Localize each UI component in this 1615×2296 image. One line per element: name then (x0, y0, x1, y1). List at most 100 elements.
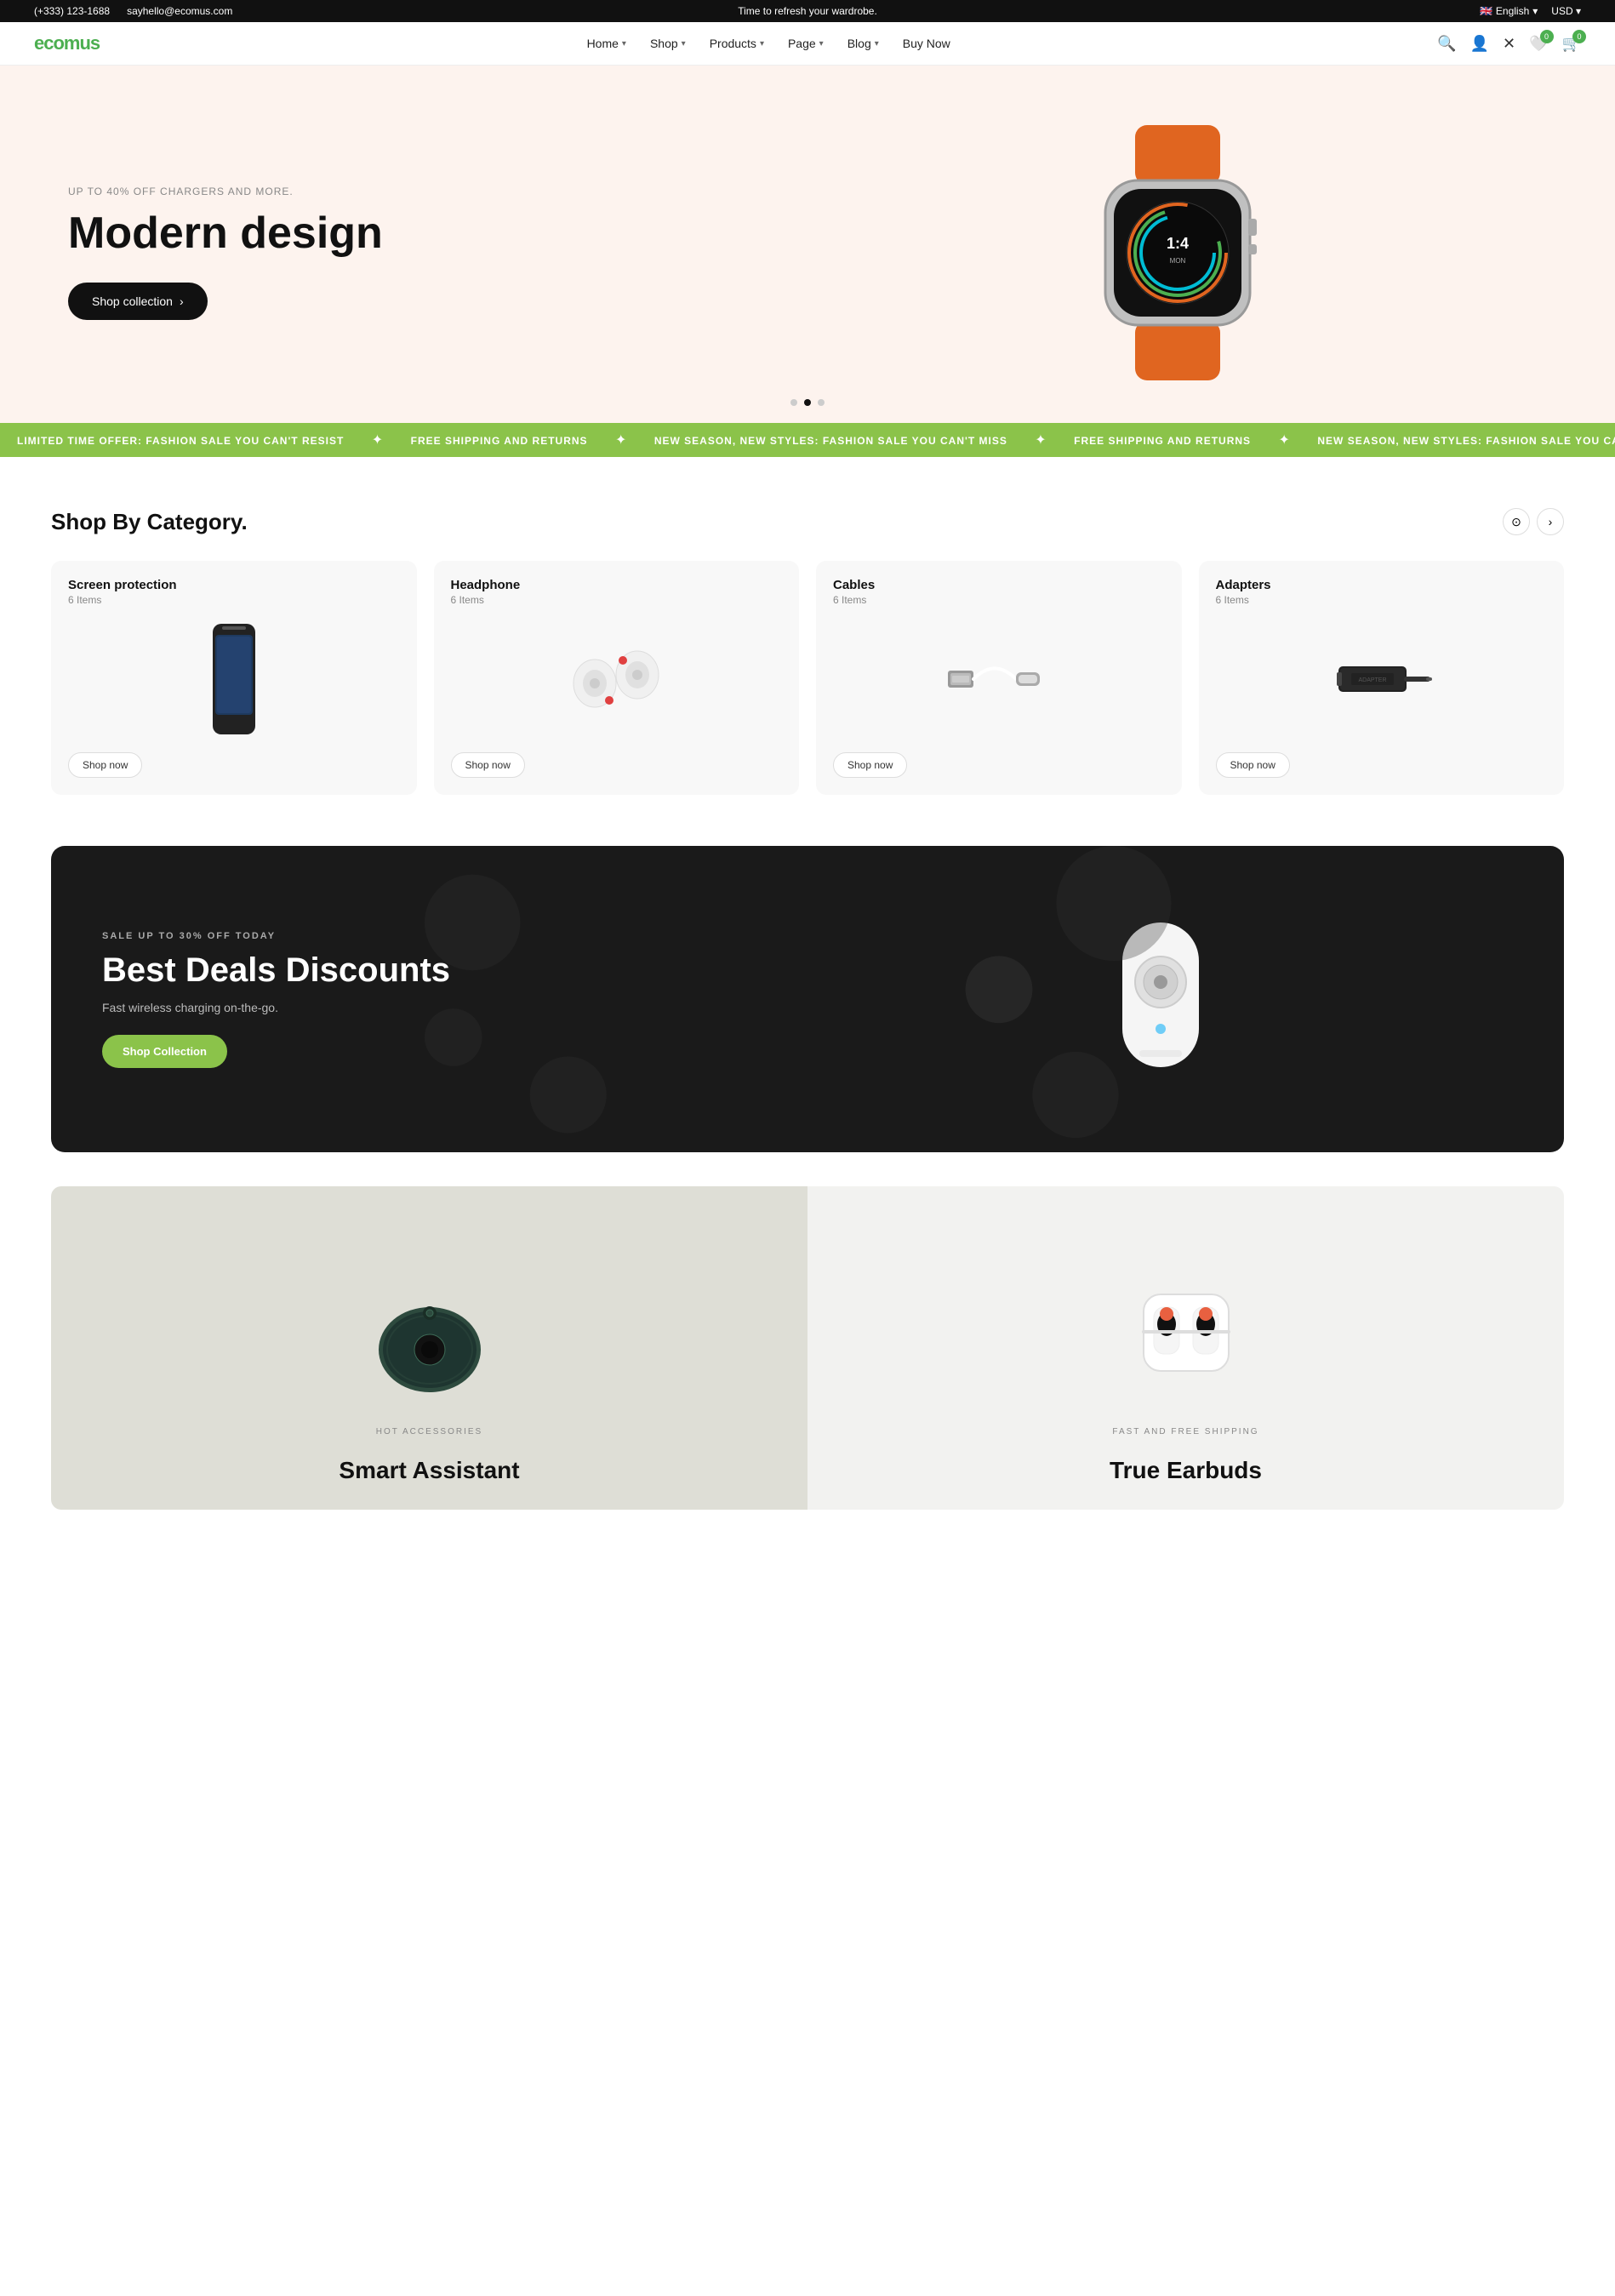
marquee-item: LIMITED TIME OFFER: FASHION SALE YOU CAN… (17, 435, 344, 447)
marquee-item: NEW SEASON, NEW STYLES: FASHION SALE YOU… (654, 435, 1007, 447)
marquee-separator: ✦ (372, 433, 383, 448)
hero-text: UP TO 40% OFF CHARGERS AND MORE. Modern … (68, 186, 808, 319)
nav-item-products[interactable]: Products ▾ (710, 37, 764, 50)
category-card-screen-protection: Screen protection 6 Items Shop now (51, 561, 417, 795)
flag-icon: 🇬🇧 (1480, 5, 1492, 17)
deals-text: SALE UP TO 30% OFF TODAY Best Deals Disc… (102, 931, 808, 1068)
section-title: Shop By Category. (51, 509, 248, 535)
marquee-item: NEW SEASON, NEW STYLES: FASHION SALE YOU… (1317, 435, 1615, 447)
category-image-headphone (451, 620, 783, 739)
svg-text:ADAPTER: ADAPTER (1359, 677, 1387, 683)
deals-cta-button[interactable]: Shop Collection (102, 1035, 227, 1068)
nav-label-shop: Shop (650, 37, 678, 50)
nav-item-page[interactable]: Page ▾ (788, 37, 824, 50)
wishlist-icon[interactable]: 🤍 0 (1529, 35, 1548, 53)
account-icon[interactable]: 👤 (1470, 35, 1489, 53)
prev-category-button[interactable]: ⊙ (1503, 508, 1530, 535)
close-icon[interactable]: ✕ (1503, 35, 1515, 53)
nav-item-shop[interactable]: Shop ▾ (650, 37, 686, 50)
hero-dot-3[interactable] (818, 399, 825, 406)
shop-now-button-headphone[interactable]: Shop now (451, 752, 525, 778)
panel-title-earbuds: True Earbuds (1110, 1457, 1262, 1484)
cart-icon[interactable]: 🛒 0 (1562, 35, 1581, 53)
category-name: Screen protection (68, 578, 400, 592)
hero-title: Modern design (68, 209, 808, 258)
deals-cta-label: Shop Collection (123, 1045, 207, 1058)
nav-label-home: Home (587, 37, 619, 50)
category-items-count: 6 Items (1216, 594, 1548, 606)
search-icon[interactable]: 🔍 (1437, 35, 1456, 53)
marquee-track: LIMITED TIME OFFER: FASHION SALE YOU CAN… (0, 431, 1615, 448)
currency-chevron-icon: ▾ (1576, 5, 1581, 17)
currency-selector[interactable]: USD ▾ (1551, 5, 1581, 17)
lang-chevron-icon: ▾ (1532, 5, 1538, 17)
hero-subtitle: UP TO 40% OFF CHARGERS AND MORE. (68, 186, 808, 197)
hero-section: UP TO 40% OFF CHARGERS AND MORE. Modern … (0, 66, 1615, 423)
panel-tag-earbuds: FAST AND FREE SHIPPING (1112, 1427, 1258, 1436)
nav-label-buynow: Buy Now (903, 37, 950, 50)
nav-item-home[interactable]: Home ▾ (587, 37, 626, 50)
two-panels: HOT ACCESSORIES Smart Assistant FAST AND… (51, 1186, 1564, 1510)
shop-now-button-screen-protection[interactable]: Shop now (68, 752, 142, 778)
shop-now-label: Shop now (847, 759, 893, 771)
deals-tag: SALE UP TO 30% OFF TODAY (102, 931, 808, 941)
smart-assistant-image (366, 1277, 494, 1396)
marquee-bar: LIMITED TIME OFFER: FASHION SALE YOU CAN… (0, 423, 1615, 457)
category-grid: Screen protection 6 Items Shop now Headp… (51, 561, 1564, 795)
category-section: Shop By Category. ⊙ › Screen protection … (0, 457, 1615, 846)
category-card-header: Cables 6 Items (833, 578, 1165, 606)
svg-text:1:4: 1:4 (1166, 235, 1188, 252)
language-selector[interactable]: 🇬🇧 English ▾ (1480, 5, 1538, 17)
deals-banner: SALE UP TO 30% OFF TODAY Best Deals Disc… (51, 846, 1564, 1152)
category-items-count: 6 Items (833, 594, 1165, 606)
promo-text: Time to refresh your wardrobe. (738, 5, 877, 17)
hero-dot-1[interactable] (790, 399, 797, 406)
nav-icons: 🔍 👤 ✕ 🤍 0 🛒 0 (1437, 35, 1581, 53)
panel-smart-assistant: HOT ACCESSORIES Smart Assistant (51, 1186, 808, 1510)
shop-now-button-cables[interactable]: Shop now (833, 752, 907, 778)
marquee-item: FREE SHIPPING AND RETURNS (1074, 435, 1251, 447)
marquee-separator: ✦ (1035, 433, 1046, 448)
hero-dots (790, 399, 825, 406)
category-card-adapters: Adapters 6 Items ADAPTER (1199, 561, 1565, 795)
category-card-header: Headphone 6 Items (451, 578, 783, 606)
category-name: Adapters (1216, 578, 1548, 592)
shop-now-label: Shop now (1230, 759, 1275, 771)
chevron-down-icon: ▾ (682, 39, 686, 49)
shop-collection-button[interactable]: Shop collection › (68, 283, 208, 320)
nav-label-page: Page (788, 37, 816, 50)
next-category-button[interactable]: › (1537, 508, 1564, 535)
wishlist-badge: 0 (1540, 30, 1554, 43)
deals-title: Best Deals Discounts (102, 951, 808, 989)
phone-number[interactable]: (+333) 123-1688 (34, 5, 110, 17)
section-header: Shop By Category. ⊙ › (51, 508, 1564, 535)
category-image-cables (833, 620, 1165, 739)
panel-tag-smart: HOT ACCESSORIES (376, 1427, 482, 1436)
email-address[interactable]: sayhello@ecomus.com (127, 5, 232, 17)
nav-label-products: Products (710, 37, 756, 50)
nav-item-blog[interactable]: Blog ▾ (847, 37, 879, 50)
hero-dot-2[interactable] (804, 399, 811, 406)
nav-item-buynow[interactable]: Buy Now (903, 37, 950, 50)
category-items-count: 6 Items (451, 594, 783, 606)
chevron-down-icon: ▾ (819, 39, 824, 49)
shop-now-button-adapters[interactable]: Shop now (1216, 752, 1290, 778)
currency-label: USD (1551, 5, 1572, 17)
category-card-cables: Cables 6 Items Shop now (816, 561, 1182, 795)
chevron-down-icon: ▾ (760, 39, 764, 49)
category-name: Headphone (451, 578, 783, 592)
top-bar: (+333) 123-1688 sayhello@ecomus.com Time… (0, 0, 1615, 22)
category-card-header: Adapters 6 Items (1216, 578, 1548, 606)
panel-title-smart: Smart Assistant (339, 1457, 519, 1484)
category-image-adapters: ADAPTER (1216, 620, 1548, 739)
category-card-headphone: Headphone 6 Items (434, 561, 800, 795)
panel-earbuds: FAST AND FREE SHIPPING True Earbuds (808, 1186, 1564, 1510)
logo[interactable]: ecomus (34, 32, 100, 54)
nav-label-blog: Blog (847, 37, 871, 50)
marquee-separator: ✦ (615, 433, 626, 448)
category-name: Cables (833, 578, 1165, 592)
shop-now-label: Shop now (83, 759, 128, 771)
nav-links: Home ▾ Shop ▾ Products ▾ Page ▾ Blog ▾ B… (587, 37, 950, 50)
category-image-screen-protection (68, 620, 400, 739)
shop-collection-label: Shop collection (92, 294, 173, 308)
